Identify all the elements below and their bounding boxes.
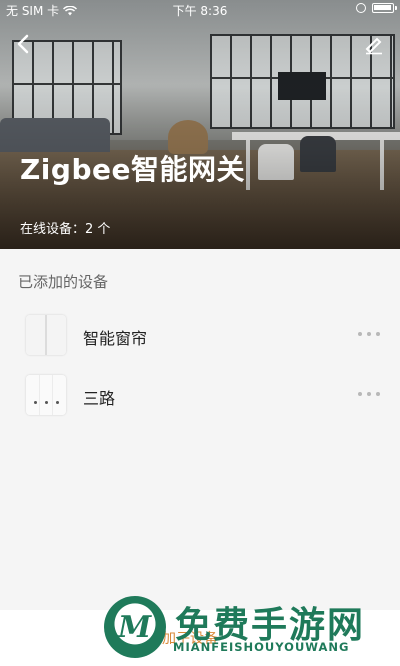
edit-icon[interactable] [362, 32, 386, 56]
gateway-hero-image [0, 0, 400, 249]
watermark-subtitle: MIANFEISHOUYOUWANG [173, 640, 350, 654]
battery-icon [372, 3, 397, 13]
watermark-logo: M [104, 596, 166, 658]
status-time: 下午 8:36 [172, 4, 228, 18]
orientation-lock-icon [356, 3, 366, 13]
back-icon[interactable] [12, 32, 36, 56]
more-options-icon[interactable] [358, 325, 380, 343]
device-row-curtain[interactable]: 智能窗帘 [0, 311, 400, 361]
status-right [356, 3, 397, 13]
switch-icon [26, 375, 66, 415]
online-devices-count: 在线设备：2 个 [20, 222, 111, 237]
curtain-icon [26, 315, 66, 355]
section-title: 已添加的设备 [18, 273, 109, 291]
device-name: 三路 [83, 389, 116, 408]
device-row-switch[interactable]: 三路 [0, 371, 400, 421]
hero-overlay [0, 0, 400, 249]
device-list-section: 已添加的设备 智能窗帘 三路 [0, 249, 400, 610]
device-name: 智能窗帘 [83, 329, 148, 348]
status-bar: 无 SIM 卡 下午 8:36 [0, 0, 400, 20]
page-title: Zigbee智能网关 [20, 153, 245, 186]
more-options-icon[interactable] [358, 385, 380, 403]
